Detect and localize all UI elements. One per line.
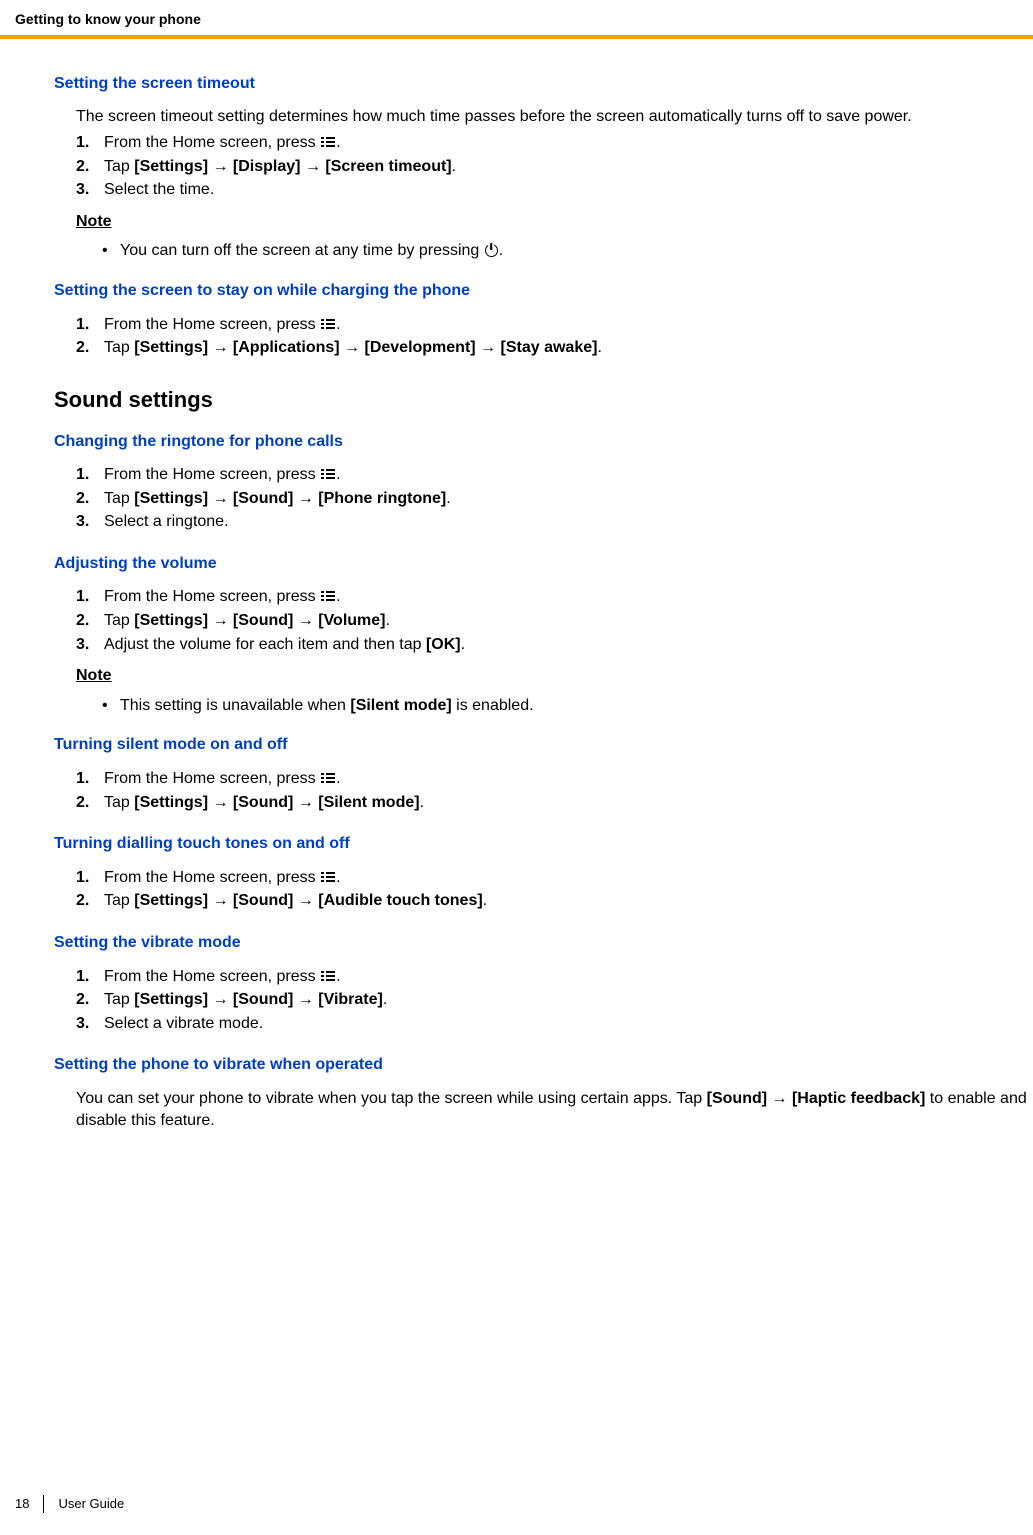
step-text: Adjust the volume for each item and then…	[104, 634, 465, 656]
step-number: 1.	[76, 768, 104, 790]
step-number: 2.	[76, 337, 104, 359]
footer: 18 User Guide	[15, 1495, 124, 1513]
note-label: Note	[76, 211, 1033, 233]
step: 1.From the Home screen, press .	[76, 586, 1033, 608]
step-text: Select a ringtone.	[104, 511, 229, 533]
step-text: Select a vibrate mode.	[104, 1013, 263, 1035]
heading-silent: Turning silent mode on and off	[54, 734, 1033, 756]
page: Getting to know your phone Setting the s…	[0, 0, 1033, 1535]
step: 3.Adjust the volume for each item and th…	[76, 634, 1033, 656]
steps-ringtone: 1.From the Home screen, press . 2.Tap [S…	[76, 464, 1033, 533]
step-text: From the Home screen, press .	[104, 132, 341, 154]
step: 2.Tap [Settings] → [Applications] → [Dev…	[76, 337, 1033, 359]
heading-screen-timeout: Setting the screen timeout	[54, 73, 1033, 95]
note-label: Note	[76, 665, 1033, 687]
step: 1.From the Home screen, press .	[76, 314, 1033, 336]
step-number: 2.	[76, 792, 104, 814]
step-number: 2.	[76, 610, 104, 632]
step: 2.Tap [Settings] → [Sound] → [Vibrate].	[76, 989, 1033, 1011]
step: 3.Select a vibrate mode.	[76, 1013, 1033, 1035]
step-number: 2.	[76, 156, 104, 178]
heading-volume: Adjusting the volume	[54, 553, 1033, 575]
header-rule	[0, 35, 1033, 39]
power-icon	[485, 244, 498, 257]
step-text: Tap [Settings] → [Applications] → [Devel…	[104, 337, 602, 359]
step-number: 1.	[76, 586, 104, 608]
step: 2.Tap [Settings] → [Sound] → [Audible to…	[76, 890, 1033, 912]
step-text: Tap [Settings] → [Sound] → [Volume].	[104, 610, 390, 632]
note-list: This setting is unavailable when [Silent…	[102, 695, 1033, 717]
menu-icon	[321, 590, 335, 602]
step-text: From the Home screen, press .	[104, 314, 341, 336]
menu-icon	[321, 468, 335, 480]
page-number: 18	[15, 1495, 44, 1513]
para-haptic: You can set your phone to vibrate when y…	[76, 1088, 1033, 1131]
heading-sound-settings: Sound settings	[54, 385, 1033, 415]
step-number: 1.	[76, 314, 104, 336]
step: 3.Select a ringtone.	[76, 511, 1033, 533]
step-text: Tap [Settings] → [Display] → [Screen tim…	[104, 156, 456, 178]
step: 1.From the Home screen, press .	[76, 464, 1033, 486]
step: 2.Tap [Settings] → [Sound] → [Volume].	[76, 610, 1033, 632]
heading-stay-on: Setting the screen to stay on while char…	[54, 280, 1033, 302]
step: 1.From the Home screen, press .	[76, 966, 1033, 988]
menu-icon	[321, 772, 335, 784]
note-list: You can turn off the screen at any time …	[102, 240, 1033, 262]
intro-screen-timeout: The screen timeout setting determines ho…	[76, 106, 1033, 128]
content: Setting the screen timeout The screen ti…	[0, 73, 1033, 1131]
heading-vibrate: Setting the vibrate mode	[54, 932, 1033, 954]
menu-icon	[321, 871, 335, 883]
step: 2.Tap [Settings] → [Sound] → [Silent mod…	[76, 792, 1033, 814]
heading-haptic: Setting the phone to vibrate when operat…	[54, 1054, 1033, 1076]
step-text: From the Home screen, press .	[104, 586, 341, 608]
step-number: 2.	[76, 890, 104, 912]
menu-icon	[321, 970, 335, 982]
menu-icon	[321, 136, 335, 148]
heading-ringtone: Changing the ringtone for phone calls	[54, 431, 1033, 453]
note-item: This setting is unavailable when [Silent…	[102, 695, 1033, 717]
footer-label: User Guide	[58, 1495, 124, 1513]
step-text: From the Home screen, press .	[104, 867, 341, 889]
step-text: Tap [Settings] → [Sound] → [Phone ringto…	[104, 488, 451, 510]
step-text: Select the time.	[104, 179, 214, 201]
step-number: 3.	[76, 1013, 104, 1035]
step: 2.Tap [Settings] → [Sound] → [Phone ring…	[76, 488, 1033, 510]
running-head: Getting to know your phone	[0, 10, 1033, 35]
step-text: Tap [Settings] → [Sound] → [Vibrate].	[104, 989, 387, 1011]
step-text: From the Home screen, press .	[104, 768, 341, 790]
step-number: 3.	[76, 511, 104, 533]
steps-stay-on: 1.From the Home screen, press . 2.Tap [S…	[76, 314, 1033, 359]
step-number: 1.	[76, 966, 104, 988]
step: 1.From the Home screen, press .	[76, 768, 1033, 790]
steps-silent: 1.From the Home screen, press . 2.Tap [S…	[76, 768, 1033, 813]
steps-vibrate: 1.From the Home screen, press . 2.Tap [S…	[76, 966, 1033, 1035]
note-item: You can turn off the screen at any time …	[102, 240, 1033, 262]
step-text: Tap [Settings] → [Sound] → [Silent mode]…	[104, 792, 424, 814]
steps-screen-timeout: 1.From the Home screen, press . 2.Tap [S…	[76, 132, 1033, 201]
step-number: 1.	[76, 132, 104, 154]
step-text: From the Home screen, press .	[104, 464, 341, 486]
step: 3.Select the time.	[76, 179, 1033, 201]
step-number: 3.	[76, 179, 104, 201]
step: 1.From the Home screen, press .	[76, 867, 1033, 889]
step-number: 3.	[76, 634, 104, 656]
heading-touch-tones: Turning dialling touch tones on and off	[54, 833, 1033, 855]
step-number: 1.	[76, 867, 104, 889]
steps-volume: 1.From the Home screen, press . 2.Tap [S…	[76, 586, 1033, 655]
step-number: 2.	[76, 989, 104, 1011]
step-text: Tap [Settings] → [Sound] → [Audible touc…	[104, 890, 487, 912]
step: 1.From the Home screen, press .	[76, 132, 1033, 154]
step-text: From the Home screen, press .	[104, 966, 341, 988]
step-number: 1.	[76, 464, 104, 486]
step: 2.Tap [Settings] → [Display] → [Screen t…	[76, 156, 1033, 178]
steps-touch-tones: 1.From the Home screen, press . 2.Tap [S…	[76, 867, 1033, 912]
step-number: 2.	[76, 488, 104, 510]
menu-icon	[321, 318, 335, 330]
